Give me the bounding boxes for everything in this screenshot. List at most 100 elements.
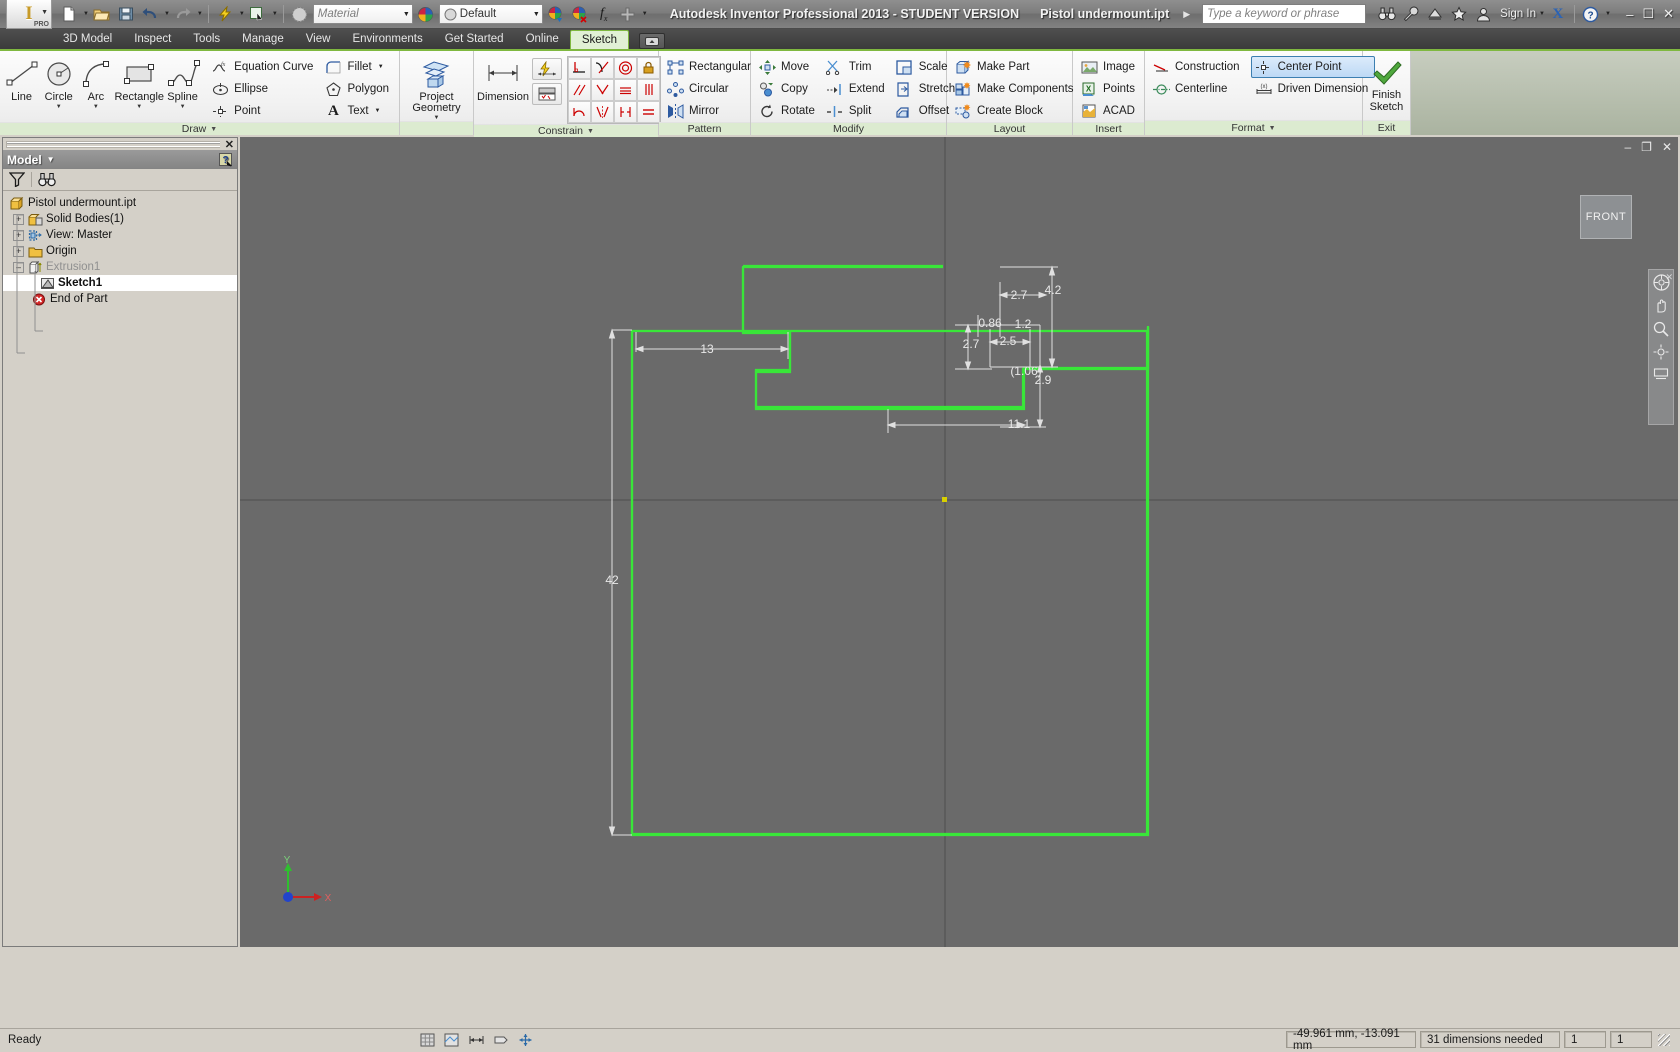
polygon-button[interactable]: Polygon (320, 78, 396, 100)
satellite-icon[interactable] (1424, 3, 1446, 25)
help-caret-icon[interactable]: ▼ (1605, 11, 1611, 17)
tab-view[interactable]: View (295, 29, 342, 49)
auto-dimension-icon[interactable] (531, 58, 562, 80)
driven-dimension-button[interactable]: (x) Driven Dimension (1251, 78, 1376, 100)
appearance-combobox[interactable]: Default ▼ (438, 4, 543, 24)
tab-inspect[interactable]: Inspect (123, 29, 182, 49)
dimension-display-icon[interactable] (468, 1033, 485, 1047)
perpendicular-constraint-icon[interactable] (567, 57, 591, 79)
select-icon[interactable] (247, 3, 269, 25)
application-menu-button[interactable]: I PRO ▼ (6, 0, 52, 29)
coincident-constraint-icon[interactable] (590, 79, 614, 101)
text-button[interactable]: A Text ▼ (320, 100, 396, 122)
acad-button[interactable]: ACAD (1076, 100, 1142, 122)
find-binoculars-icon[interactable] (38, 172, 56, 187)
chevron-down-icon[interactable]: ▼ (378, 64, 384, 70)
center-point-button[interactable]: Center Point (1250, 56, 1376, 78)
circle-button[interactable]: Circle ▼ (40, 54, 77, 110)
close-button[interactable]: ✕ (1663, 6, 1674, 22)
tangent-constraint-icon[interactable] (590, 57, 614, 79)
help-question-icon[interactable]: ? (219, 152, 233, 167)
material-combobox[interactable]: Material ▼ (312, 4, 413, 24)
make-part-button[interactable]: Make Part (950, 56, 1081, 78)
tab-environments[interactable]: Environments (341, 29, 433, 49)
ribbon-display-options-button[interactable] (638, 33, 665, 49)
circular-pattern-button[interactable]: Circular (662, 78, 758, 100)
resize-grip[interactable] (1658, 1033, 1670, 1046)
chevron-down-icon[interactable]: ▼ (136, 104, 142, 110)
sign-in-button[interactable]: Sign In (1500, 8, 1536, 20)
symmetric-constraint-icon[interactable] (590, 101, 614, 123)
filter-icon[interactable] (9, 172, 25, 187)
panel-label-draw[interactable]: Draw ▼ (0, 122, 399, 135)
slice-graphics-icon[interactable] (444, 1033, 459, 1047)
smooth-constraint-icon[interactable] (567, 101, 591, 123)
arc-button[interactable]: Arc ▼ (77, 54, 114, 110)
dimension-button[interactable]: Dimension (477, 54, 529, 103)
user-icon[interactable] (1472, 3, 1494, 25)
create-block-button[interactable]: Create Block (950, 100, 1081, 122)
equal-constraint-icon[interactable] (636, 101, 660, 123)
tab-online[interactable]: Online (515, 29, 570, 49)
ellipse-button[interactable]: Ellipse (207, 78, 320, 100)
split-button[interactable]: Split (822, 100, 892, 122)
expander-icon[interactable]: + (13, 213, 24, 225)
tree-node-origin[interactable]: + Origin (3, 243, 237, 259)
rectangular-pattern-button[interactable]: Rectangular (662, 56, 758, 78)
points-button[interactable]: X Points (1076, 78, 1142, 100)
chevron-down-icon[interactable]: ▼ (210, 126, 217, 133)
concentric-constraint-icon[interactable] (613, 57, 637, 79)
browser-title-grip[interactable]: ✕ (3, 138, 237, 151)
parameters-fx-icon[interactable]: fx (593, 3, 615, 25)
material-browser-icon[interactable] (415, 3, 437, 25)
close-icon[interactable]: ✕ (220, 138, 234, 151)
fix-constraint-icon[interactable] (636, 57, 660, 79)
line-button[interactable]: Line (3, 54, 40, 103)
spline-button[interactable]: Spline ▼ (164, 54, 201, 110)
point-button[interactable]: Point (207, 100, 320, 122)
tree-node-sketch1[interactable]: Sketch1 (3, 275, 237, 291)
tree-node-end-of-part[interactable]: End of Part (3, 291, 237, 307)
undo-caret-icon[interactable]: ▼ (164, 11, 170, 17)
open-file-icon[interactable] (91, 3, 113, 25)
star-icon[interactable] (1448, 3, 1470, 25)
chevron-down-icon[interactable]: ▼ (93, 104, 99, 110)
adjust-appearance-icon[interactable] (545, 3, 567, 25)
chevron-down-icon[interactable]: ▼ (399, 11, 410, 18)
graphics-minimize-button[interactable]: – (1624, 140, 1631, 154)
maximize-button[interactable]: ☐ (1642, 6, 1654, 22)
parallel-constraint-icon[interactable] (567, 79, 591, 101)
panel-label-format[interactable]: Format ▼ (1145, 120, 1362, 135)
make-components-button[interactable]: Make Components (950, 78, 1081, 100)
undo-icon[interactable] (139, 3, 161, 25)
show-constraints-icon[interactable] (531, 83, 562, 105)
sketch-canvas[interactable]: 13 42 2.7 4.2 0.86 1.2 2.7 2.5 (1.06) 2.… (240, 137, 1678, 947)
image-button[interactable]: Image (1076, 56, 1142, 78)
exchange-icon[interactable]: X (1547, 3, 1569, 25)
mirror-button[interactable]: Mirror (662, 100, 758, 122)
clear-appearance-icon[interactable] (569, 3, 591, 25)
tree-node-view-master[interactable]: + View: Master (3, 227, 237, 243)
chevron-down-icon[interactable]: ▼ (56, 104, 62, 110)
collinear-constraint-icon[interactable] (613, 101, 637, 123)
help-icon[interactable]: ? (1580, 3, 1602, 25)
grid-display-icon[interactable] (420, 1033, 435, 1047)
graphics-close-button[interactable]: ✕ (1662, 140, 1672, 154)
save-icon[interactable] (115, 3, 137, 25)
tab-tools[interactable]: Tools (182, 29, 231, 49)
new-file-caret-icon[interactable]: ▼ (83, 11, 89, 17)
update-icon[interactable] (214, 3, 236, 25)
fillet-button[interactable]: Fillet ▼ (320, 56, 396, 78)
material-sphere-icon[interactable] (289, 3, 311, 25)
centerline-button[interactable]: Centerline (1148, 78, 1247, 100)
panel-label-constrain[interactable]: Constrain ▼ (474, 124, 658, 137)
construction-button[interactable]: Construction (1148, 56, 1247, 78)
vertical-constraint-icon[interactable] (636, 79, 660, 101)
graphics-window[interactable]: – ❐ ✕ FRONT ✕ 13 42 2.7 4.2 0.86 1.2 2.7… (240, 137, 1678, 947)
chevron-down-icon[interactable]: ▼ (529, 11, 540, 18)
expander-icon[interactable]: + (13, 245, 24, 257)
rotate-button[interactable]: Rotate (754, 100, 822, 122)
tab-get-started[interactable]: Get Started (434, 29, 515, 49)
minimize-button[interactable]: – (1626, 7, 1633, 22)
new-file-icon[interactable] (58, 3, 80, 25)
